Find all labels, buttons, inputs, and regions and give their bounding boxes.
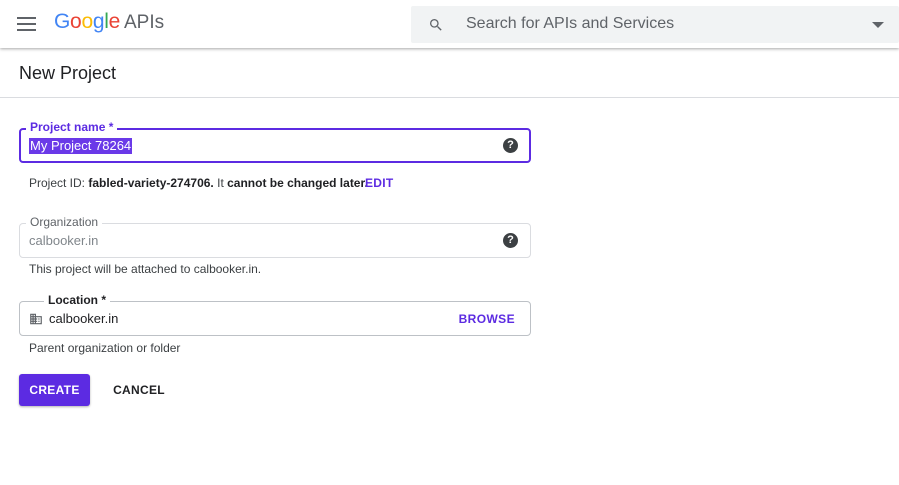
top-bar: Google APIs: [0, 0, 899, 48]
cancel-button[interactable]: CANCEL: [104, 374, 174, 406]
building-icon: [30, 313, 42, 325]
search-input[interactable]: [466, 13, 866, 35]
project-id-middle: It: [217, 176, 224, 190]
apis-logo-text: APIs: [123, 12, 165, 33]
search-dropdown-arrow-icon[interactable]: [872, 22, 884, 28]
search-bar[interactable]: [411, 6, 899, 43]
project-name-label: Project name *: [26, 119, 118, 135]
page-title: New Project: [19, 63, 117, 83]
organization-label: Organization: [26, 214, 103, 230]
organization-hint: This project will be attached to calbook…: [29, 262, 262, 276]
project-id-warning: cannot be changed later.: [227, 176, 368, 190]
organization-field: Organization calbooker.in ?: [19, 214, 531, 258]
project-name-input-value[interactable]: My Project 78264: [29, 138, 133, 154]
project-id-value: fabled-variety-274706.: [88, 176, 214, 190]
project-id-hint: Project ID: fabled-variety-274706. It ca…: [29, 176, 368, 190]
project-id-prefix: Project ID:: [29, 176, 86, 190]
location-field[interactable]: Location * calbooker.in BROWSE: [19, 292, 531, 336]
page-title-bar: New Project: [0, 48, 899, 98]
organization-value: calbooker.in: [29, 233, 99, 248]
location-label: Location *: [44, 292, 111, 308]
project-name-field[interactable]: Project name * My Project 78264 ?: [19, 119, 531, 163]
google-apis-logo[interactable]: Google APIs: [54, 10, 164, 38]
location-value: calbooker.in: [49, 311, 119, 326]
search-icon: [430, 19, 442, 31]
browse-button[interactable]: BROWSE: [459, 312, 515, 326]
location-hint: Parent organization or folder: [29, 341, 181, 355]
create-button[interactable]: CREATE: [19, 374, 90, 406]
edit-project-id-button[interactable]: EDIT: [365, 176, 394, 190]
help-icon[interactable]: ?: [503, 233, 518, 248]
hamburger-menu-icon[interactable]: [17, 17, 36, 31]
help-icon[interactable]: ?: [503, 138, 518, 153]
google-logo-text: Google: [54, 10, 120, 33]
